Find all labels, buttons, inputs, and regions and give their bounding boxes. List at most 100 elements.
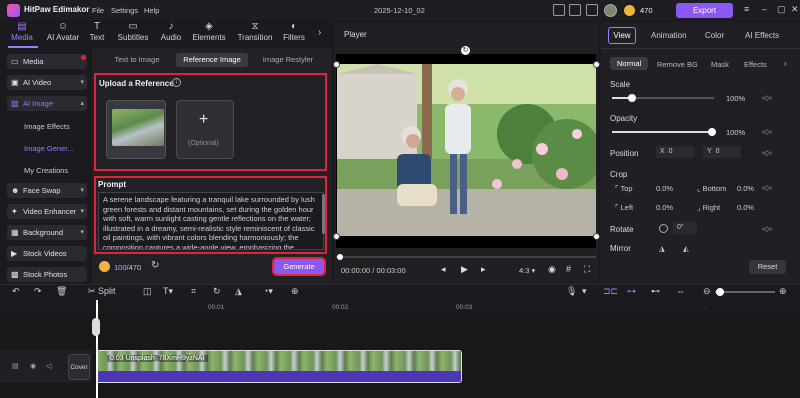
sidebar-item-video-enhancer[interactable]: ✦ Video Enhancer ▾: [7, 204, 87, 219]
fit-icon[interactable]: ⇔: [676, 286, 685, 296]
close-icon[interactable]: ✕: [791, 4, 799, 15]
delete-icon[interactable]: 🗑︎: [56, 286, 67, 297]
preview-image[interactable]: [337, 64, 596, 236]
position-y-field[interactable]: Y 0: [703, 146, 741, 158]
track-mute-icon[interactable]: ◁: [46, 362, 51, 370]
crop-tool-icon[interactable]: ⌗: [191, 286, 196, 297]
freeze-frame-icon[interactable]: ⊕: [291, 286, 299, 297]
chevron-right-icon[interactable]: ›: [784, 59, 787, 68]
snapshot-icon[interactable]: ◉: [548, 264, 556, 275]
resize-handle-tl[interactable]: [333, 61, 340, 68]
zoom-out-icon[interactable]: ⊖: [703, 286, 711, 297]
sidebar-sub-image-effects[interactable]: Image Effects: [24, 122, 70, 131]
resize-handle-bl[interactable]: [333, 233, 340, 240]
tab-media[interactable]: ▤ Media: [2, 21, 42, 47]
playhead[interactable]: [96, 300, 98, 398]
keyframe-nav-icon[interactable]: ‹◇›: [762, 94, 772, 102]
menu-icon[interactable]: ≡: [744, 4, 749, 14]
crop-left[interactable]: ⌜ Left: [615, 203, 633, 212]
prompt-scrollbar[interactable]: [322, 194, 325, 234]
player-scrubber[interactable]: [336, 256, 596, 258]
redo-icon[interactable]: ↷: [34, 286, 42, 297]
menu-file[interactable]: File: [92, 6, 104, 15]
tab-color[interactable]: Color: [705, 31, 724, 40]
crop-top-value[interactable]: 0.0%: [656, 184, 673, 193]
audio-settings-icon[interactable]: ▾: [582, 286, 587, 297]
sidebar-item-ai-video[interactable]: ▣ AI Video ▾: [7, 75, 87, 90]
sidebar-item-background[interactable]: ▦ Background ▾: [7, 225, 87, 240]
sidebar-item-ai-image[interactable]: ▨ AI Image ▴: [7, 96, 87, 111]
minimize-icon[interactable]: –: [762, 4, 767, 14]
notification-icon[interactable]: [553, 4, 565, 16]
maximize-icon[interactable]: ▢: [777, 4, 786, 15]
generate-button[interactable]: Generate: [274, 259, 324, 274]
subtab-remove-bg[interactable]: Remove BG: [657, 60, 698, 69]
split-button[interactable]: ✂ Split: [88, 286, 116, 297]
tab-text-to-image[interactable]: Text to Image: [100, 53, 174, 67]
gift-icon[interactable]: [586, 4, 598, 16]
sidebar-item-stock-videos[interactable]: ▶ Stock Videos: [7, 246, 87, 261]
add-reference-button[interactable]: [176, 100, 234, 159]
timeline-ruler[interactable]: [93, 302, 800, 314]
grid-icon[interactable]: #: [566, 264, 571, 274]
keyframe-nav-icon[interactable]: ‹◇›: [762, 128, 772, 136]
rotate-dial-icon[interactable]: [659, 224, 668, 233]
tab-reference-image[interactable]: Reference Image: [176, 53, 248, 67]
message-icon[interactable]: [569, 4, 581, 16]
prompt-textarea[interactable]: A serene landscape featuring a tranquil …: [98, 192, 324, 250]
info-icon[interactable]: i: [172, 78, 181, 87]
menu-help[interactable]: Help: [144, 6, 159, 15]
chevron-right-icon[interactable]: ›: [318, 27, 321, 38]
sidebar-sub-my-creations[interactable]: My Creations: [24, 166, 68, 175]
resize-handle-br[interactable]: [593, 233, 600, 240]
rotate-field[interactable]: 0°: [673, 222, 697, 234]
keyframe-nav-icon[interactable]: ‹◇›: [762, 149, 772, 157]
aspect-ratio-select[interactable]: 4:3 ▾: [519, 266, 535, 275]
sidebar-sub-image-generator[interactable]: Image Gener...: [24, 144, 74, 153]
cover-button[interactable]: Cover: [68, 354, 90, 380]
crop-bottom-value[interactable]: 0.0%: [737, 184, 754, 193]
tab-ai-avatar[interactable]: ☺ AI Avatar: [42, 21, 84, 47]
tab-filters[interactable]: ◐ Filters: [276, 21, 312, 47]
reset-button[interactable]: Reset: [749, 260, 786, 274]
tab-image-restyler[interactable]: Image Restyler: [252, 53, 324, 67]
keyframe-nav-icon[interactable]: ‹◇›: [762, 225, 772, 233]
crop-left-value[interactable]: 0.0%: [656, 203, 673, 212]
subtab-mask[interactable]: Mask: [711, 60, 729, 69]
video-clip[interactable]: 0:03 Unsplash_78XmH9yzNAI: [96, 350, 462, 383]
mirror-vertical-icon[interactable]: ◭: [683, 244, 689, 253]
menu-settings[interactable]: Settings: [111, 6, 138, 15]
opacity-knob[interactable]: [708, 128, 716, 136]
tab-transition[interactable]: ⧖ Transition: [233, 21, 277, 47]
zoom-knob[interactable]: [716, 288, 724, 296]
tab-subtitles[interactable]: ▭ Subtitles: [112, 21, 154, 47]
tab-text[interactable]: T Text: [80, 21, 114, 47]
avatar[interactable]: [604, 4, 617, 17]
next-frame-icon[interactable]: ▸: [481, 264, 486, 275]
text-tool-icon[interactable]: T▾: [163, 286, 173, 297]
keyframe-nav-icon[interactable]: ‹◇›: [762, 184, 772, 192]
crop-top[interactable]: ⌜ Top: [615, 184, 633, 193]
crop-bottom[interactable]: ⌞ Bottom: [697, 184, 726, 193]
crop-right[interactable]: ⌟ Right: [697, 203, 720, 212]
prev-frame-icon[interactable]: ◂: [441, 264, 446, 275]
detach-icon[interactable]: ⊷: [651, 286, 660, 297]
microphone-icon[interactable]: 🎙︎: [566, 286, 577, 297]
mirror-horizontal-icon[interactable]: ◮: [659, 244, 665, 253]
sidebar-item-stock-photos[interactable]: ▩ Stock Photos: [7, 267, 87, 282]
subtab-effects[interactable]: Effects: [744, 60, 767, 69]
play-icon[interactable]: ▶: [461, 264, 468, 275]
scale-knob[interactable]: [628, 94, 636, 102]
crop-right-value[interactable]: 0.0%: [737, 203, 754, 212]
scrubber-knob[interactable]: [337, 254, 343, 260]
subtab-normal[interactable]: Normal: [610, 57, 649, 70]
opacity-slider[interactable]: [612, 131, 714, 133]
rotate-handle-icon[interactable]: ↻: [461, 46, 470, 55]
playhead-handle[interactable]: [92, 318, 100, 336]
track-visibility-icon[interactable]: ◉: [30, 362, 36, 370]
link-icon[interactable]: ⊶: [627, 286, 636, 297]
position-x-field[interactable]: X 0: [656, 146, 694, 158]
sidebar-item-media[interactable]: ▭ Media: [7, 54, 87, 69]
tab-ai-effects[interactable]: AI Effects: [745, 31, 779, 40]
track-lock-icon[interactable]: ▤: [12, 362, 19, 370]
